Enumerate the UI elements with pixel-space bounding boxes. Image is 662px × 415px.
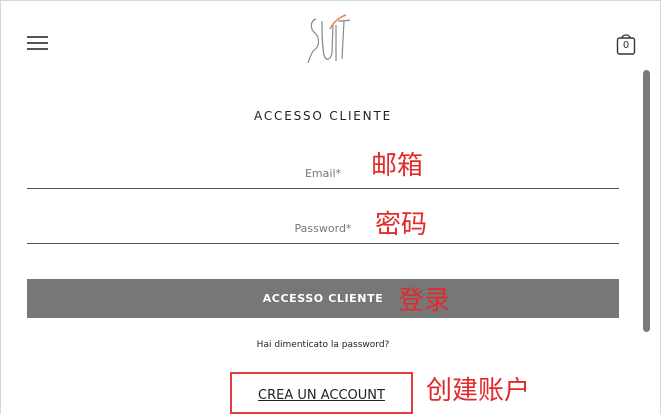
brand-logo[interactable] [306, 11, 354, 67]
password-field-wrapper [27, 213, 619, 244]
annotation-create-account: 创建账户 [426, 376, 531, 406]
password-field[interactable] [27, 213, 619, 243]
header: 0 [0, 0, 662, 80]
hamburger-menu-icon[interactable] [27, 36, 48, 50]
cart-count-badge: 0 [622, 40, 630, 51]
email-field-wrapper [27, 158, 619, 189]
hamburger-line [27, 42, 48, 44]
logo-graphic [307, 14, 351, 64]
email-field[interactable] [27, 158, 619, 188]
hamburger-line [27, 36, 48, 38]
shopping-bag-icon[interactable]: 0 [615, 32, 637, 56]
login-title: ACCESSO CLIENTE [254, 109, 392, 123]
annotation-login: 登录 [398, 286, 451, 316]
annotation-email: 邮箱 [371, 151, 424, 181]
create-account-highlight: CREA UN ACCOUNT [230, 372, 413, 414]
create-account-link[interactable]: CREA UN ACCOUNT [232, 388, 411, 403]
annotation-password: 密码 [375, 210, 428, 240]
forgot-password-link[interactable]: Hai dimenticato la password? [0, 340, 646, 350]
hamburger-line [27, 48, 48, 50]
login-button[interactable]: ACCESSO CLIENTE [27, 279, 619, 318]
